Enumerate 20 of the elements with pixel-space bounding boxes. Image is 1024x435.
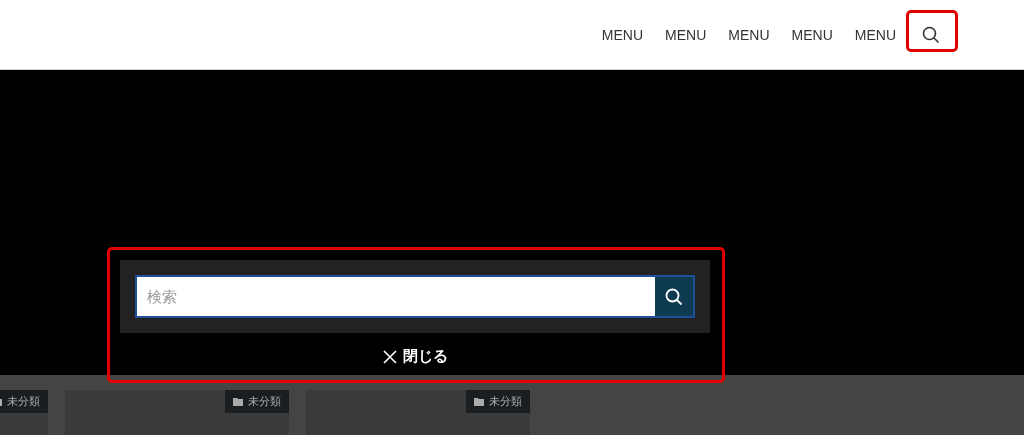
category-label: 未分類: [7, 394, 40, 409]
search-icon: [922, 25, 940, 44]
nav-link[interactable]: MENU: [854, 26, 896, 43]
close-button[interactable]: 閉じる: [376, 346, 454, 367]
category-tag[interactable]: 未分類: [0, 390, 48, 413]
nav-link[interactable]: MENU: [728, 26, 770, 43]
category-tag[interactable]: 未分類: [225, 390, 289, 413]
nav-link[interactable]: MENU: [665, 26, 707, 43]
close-icon: [382, 349, 397, 364]
post-card[interactable]: 未分類: [306, 390, 530, 435]
category-label: 未分類: [489, 394, 522, 409]
nav-link[interactable]: MENU: [601, 26, 644, 43]
folder-icon: [233, 397, 243, 406]
post-card[interactable]: 未分類: [65, 390, 289, 435]
category-label: 未分類: [248, 394, 281, 409]
folder-icon: [474, 397, 484, 406]
post-card[interactable]: 未分類: [0, 390, 48, 435]
highlight-frame: [906, 10, 958, 52]
category-tag[interactable]: 未分類: [466, 390, 530, 413]
nav-link[interactable]: MENU: [791, 26, 833, 43]
